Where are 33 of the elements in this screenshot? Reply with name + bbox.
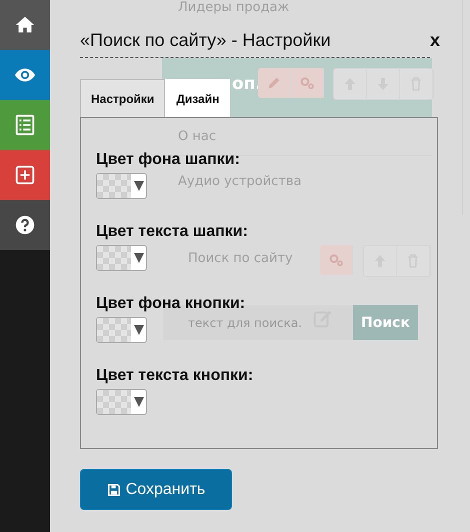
tab[interactable]: Дизайн xyxy=(165,79,230,117)
sidebar-item[interactable] xyxy=(0,150,50,200)
plus-icon xyxy=(14,164,36,186)
color-picker[interactable] xyxy=(96,317,147,343)
sidebar-item[interactable] xyxy=(0,200,50,250)
field-label: Цвет текста кнопки: xyxy=(96,367,254,385)
gears-icon xyxy=(299,75,315,91)
list-icon xyxy=(14,114,36,136)
block-label: оп. xyxy=(232,74,262,94)
gears-icon xyxy=(328,252,344,268)
page-heading: Лидеры продаж xyxy=(178,0,290,15)
sidebar-item[interactable] xyxy=(0,0,50,50)
transparent-swatch xyxy=(97,174,131,198)
dialog-title: «Поиск по сайту» - Настройки xyxy=(80,30,331,51)
caret-icon xyxy=(134,253,144,263)
tab[interactable]: Настройки xyxy=(80,79,166,117)
caret-icon xyxy=(134,397,144,407)
caret-icon xyxy=(134,325,144,335)
color-picker[interactable] xyxy=(96,389,147,415)
pencil-icon xyxy=(266,75,282,91)
transparent-swatch xyxy=(97,318,131,342)
caret-icon xyxy=(134,181,144,191)
transparent-swatch xyxy=(97,390,131,414)
close-button[interactable]: x xyxy=(430,30,440,51)
field-label: Цвет текста шапки: xyxy=(96,223,249,241)
color-picker[interactable] xyxy=(96,173,147,199)
color-picker[interactable] xyxy=(96,245,147,271)
help-icon xyxy=(14,214,36,236)
widget-title: Поиск по сайту xyxy=(188,251,293,266)
sidebar-item[interactable] xyxy=(0,50,50,100)
transparent-swatch xyxy=(97,246,131,270)
save-button[interactable]: Сохранить xyxy=(80,469,232,510)
field-label: Цвет фона шапки: xyxy=(96,151,241,169)
